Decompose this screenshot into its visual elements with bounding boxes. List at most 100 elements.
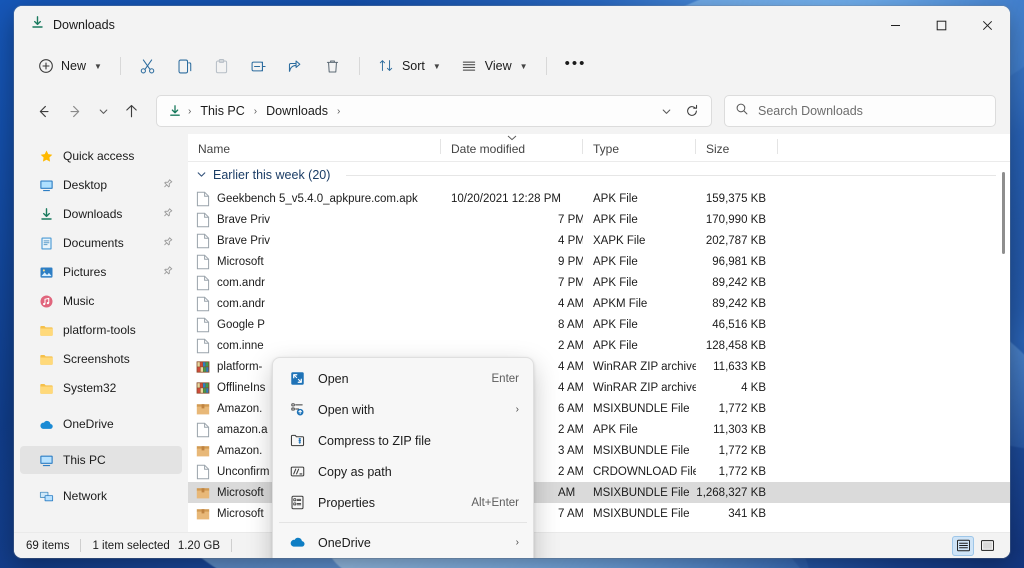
sidebar-item-platform-tools[interactable]: platform-tools — [20, 316, 182, 344]
maximize-button[interactable] — [918, 6, 964, 44]
rename-button[interactable] — [241, 50, 276, 82]
forward-button[interactable] — [60, 96, 90, 126]
group-header-earlier-this-week[interactable]: Earlier this week (20) — [188, 162, 1010, 188]
date-modified-fragment: 2 AM — [558, 466, 583, 478]
delete-button[interactable] — [315, 50, 350, 82]
sidebar-item-this-pc[interactable]: This PC — [20, 446, 182, 474]
refresh-button[interactable] — [677, 96, 707, 126]
context-menu-label: OneDrive — [318, 536, 504, 550]
cut-button[interactable] — [130, 50, 165, 82]
size-cell: 89,242 KB — [696, 298, 778, 310]
generic-file-icon — [196, 191, 210, 207]
generic-file-icon — [196, 254, 210, 270]
open-icon — [288, 370, 306, 388]
pc-icon — [38, 452, 54, 468]
sidebar-item-documents[interactable]: Documents — [20, 229, 182, 257]
package-icon — [196, 443, 210, 459]
recent-locations-button[interactable] — [92, 96, 114, 126]
table-row[interactable]: Google P8 AMAPK File46,516 KB — [188, 314, 1010, 335]
table-row[interactable]: Brave Priv4 PMXAPK File202,787 KB — [188, 230, 1010, 251]
size-cell: 159,375 KB — [696, 193, 778, 205]
sidebar-item-system32[interactable]: System32 — [20, 374, 182, 402]
size-cell: 1,772 KB — [696, 403, 778, 415]
date-modified-cell: 4 PM — [441, 235, 583, 247]
folder-icon — [38, 380, 54, 396]
command-toolbar: New ▼ — [14, 44, 1010, 88]
context-menu-item-properties[interactable]: Properties Alt+Enter — [277, 487, 529, 518]
generic-file-icon — [196, 338, 210, 354]
address-bar[interactable]: › This PC › Downloads › — [156, 95, 712, 127]
search-box[interactable] — [724, 95, 996, 127]
breadcrumb-downloads[interactable]: Downloads — [260, 101, 334, 121]
large-icons-view-button[interactable] — [976, 536, 998, 556]
context-menu-label: Properties — [318, 496, 459, 510]
size-cell: 11,303 KB — [696, 424, 778, 436]
date-modified-fragment: 4 PM — [558, 235, 583, 247]
file-name-label: amazon.a — [217, 424, 268, 436]
sidebar-item-screenshots[interactable]: Screenshots — [20, 345, 182, 373]
date-modified-fragment: 4 AM — [558, 382, 583, 394]
context-menu-item-copy-as-path[interactable]: Copy as path — [277, 456, 529, 487]
pin-icon — [158, 234, 176, 252]
sidebar-item-music[interactable]: Music — [20, 287, 182, 315]
see-more-button[interactable]: ••• — [556, 50, 596, 82]
context-menu-divider — [279, 522, 527, 523]
column-header-type[interactable]: Type — [583, 134, 696, 156]
group-divider — [346, 175, 996, 176]
submenu-chevron-icon: › — [516, 404, 519, 415]
vertical-scrollbar[interactable] — [998, 164, 1008, 528]
context-menu-item-open[interactable]: Open Enter — [277, 363, 529, 394]
new-button[interactable]: New ▼ — [28, 50, 111, 82]
file-name-label: Unconfirm — [217, 466, 269, 478]
date-modified-fragment: 7 AM — [558, 508, 583, 520]
sidebar-item-network[interactable]: Network — [20, 482, 182, 510]
context-menu-item-compress-to-zip[interactable]: Compress to ZIP file — [277, 425, 529, 456]
copy-button[interactable] — [167, 50, 202, 82]
table-row[interactable]: com.andr7 PMAPK File89,242 KB — [188, 272, 1010, 293]
sidebar-item-desktop[interactable]: Desktop — [20, 171, 182, 199]
share-button[interactable] — [278, 50, 313, 82]
file-name-cell: Microsoft — [188, 254, 441, 270]
context-menu-label: Copy as path — [318, 465, 519, 479]
context-menu-item-open-with[interactable]: Open with › — [277, 394, 529, 425]
minimize-button[interactable] — [872, 6, 918, 44]
context-menu-item-onedrive[interactable]: OneDrive › — [277, 527, 529, 558]
table-row[interactable]: com.inne2 AMAPK File128,458 KB — [188, 335, 1010, 356]
sort-button[interactable]: Sort ▼ — [369, 50, 450, 82]
breadcrumb-separator: › — [253, 106, 258, 117]
context-menu-label: Compress to ZIP file — [318, 434, 519, 448]
sidebar-label: Pictures — [63, 265, 106, 279]
back-button[interactable] — [28, 96, 58, 126]
scrollbar-thumb[interactable] — [1002, 172, 1005, 254]
sidebar-item-pictures[interactable]: Pictures — [20, 258, 182, 286]
table-row[interactable]: Microsoft9 PMAPK File96,981 KB — [188, 251, 1010, 272]
column-label: Name — [198, 142, 230, 156]
sidebar-item-quick-access[interactable]: Quick access — [20, 142, 182, 170]
address-dropdown-button[interactable] — [655, 96, 677, 126]
table-row[interactable]: Geekbench 5_v5.4.0_apkpure.com.apk10/20/… — [188, 188, 1010, 209]
search-input[interactable] — [758, 104, 985, 118]
type-cell: CRDOWNLOAD File — [583, 466, 696, 478]
toolbar-divider-3 — [546, 57, 547, 75]
sidebar-item-onedrive[interactable]: OneDrive — [20, 410, 182, 438]
details-view-button[interactable] — [952, 536, 974, 556]
sidebar-gap — [14, 439, 188, 446]
column-header-size[interactable]: Size — [696, 134, 778, 156]
file-name-label: Brave Priv — [217, 235, 270, 247]
winrar-icon — [196, 359, 210, 375]
up-button[interactable] — [116, 96, 146, 126]
generic-file-icon — [196, 233, 210, 249]
sidebar-item-downloads[interactable]: Downloads — [20, 200, 182, 228]
generic-file-icon — [196, 422, 210, 438]
column-header-name[interactable]: Name — [188, 134, 441, 156]
file-name-cell: com.andr — [188, 275, 441, 291]
view-button[interactable]: View ▼ — [452, 50, 537, 82]
table-row[interactable]: com.andr4 AMAPKM File89,242 KB — [188, 293, 1010, 314]
close-button[interactable] — [964, 6, 1010, 44]
file-name-cell: Google P — [188, 317, 441, 333]
breadcrumb-this-pc[interactable]: This PC — [194, 101, 250, 121]
type-cell: APK File — [583, 340, 696, 352]
table-row[interactable]: Brave Priv7 PMAPK File170,990 KB — [188, 209, 1010, 230]
column-header-date-modified[interactable]: Date modified — [441, 134, 583, 156]
paste-button[interactable] — [204, 50, 239, 82]
